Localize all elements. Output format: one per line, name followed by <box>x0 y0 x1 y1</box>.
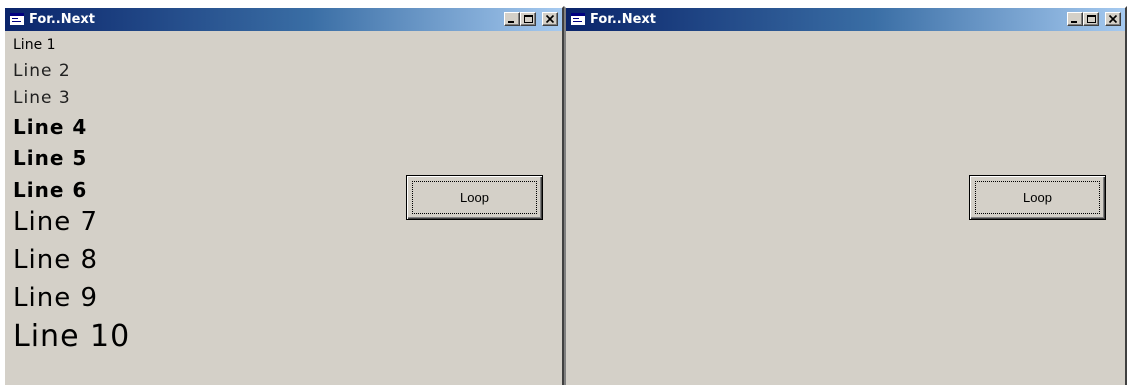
line-label: Line 5 <box>13 146 88 170</box>
minimize-button[interactable] <box>1067 12 1083 26</box>
form-client-area: Loop <box>566 31 1125 385</box>
minimize-button[interactable] <box>504 12 520 26</box>
loop-button-label: Loop <box>975 181 1100 214</box>
minimize-icon <box>1071 21 1077 23</box>
title-bar[interactable]: For..Next <box>5 8 562 31</box>
loop-button[interactable]: Loop <box>969 175 1106 220</box>
line-label: Line 7 <box>13 207 98 237</box>
line-label: Line 3 <box>13 88 71 108</box>
close-icon <box>1108 14 1118 24</box>
form-window-icon <box>10 13 24 25</box>
maximize-icon <box>1087 15 1096 23</box>
maximize-button[interactable] <box>520 12 536 26</box>
loop-button[interactable]: Loop <box>406 175 543 220</box>
line-label: Line 8 <box>13 245 98 275</box>
window-title: For..Next <box>590 12 657 27</box>
line-label: Line 2 <box>13 61 71 81</box>
title-bar[interactable]: For..Next <box>566 8 1125 31</box>
close-button[interactable] <box>1105 12 1121 26</box>
form-window-left: For..Next Line 1 Line 2 Line 3 Line 4 Li… <box>3 6 564 385</box>
maximize-icon <box>524 15 533 23</box>
maximize-button[interactable] <box>1083 12 1099 26</box>
loop-button-label: Loop <box>412 181 537 214</box>
form-client-area: Line 1 Line 2 Line 3 Line 4 Line 5 Line … <box>5 31 562 385</box>
form-window-right: For..Next Loop <box>564 6 1127 385</box>
close-button[interactable] <box>542 12 558 26</box>
minimize-icon <box>508 21 514 23</box>
line-label: Line 4 <box>13 115 88 139</box>
form-window-icon <box>571 13 585 25</box>
line-label: Line 9 <box>13 283 98 313</box>
line-label: Line 6 <box>13 178 88 202</box>
line-label: Line 10 <box>13 319 131 354</box>
line-label: Line 1 <box>13 37 56 53</box>
close-icon <box>545 14 555 24</box>
window-title: For..Next <box>29 12 96 27</box>
